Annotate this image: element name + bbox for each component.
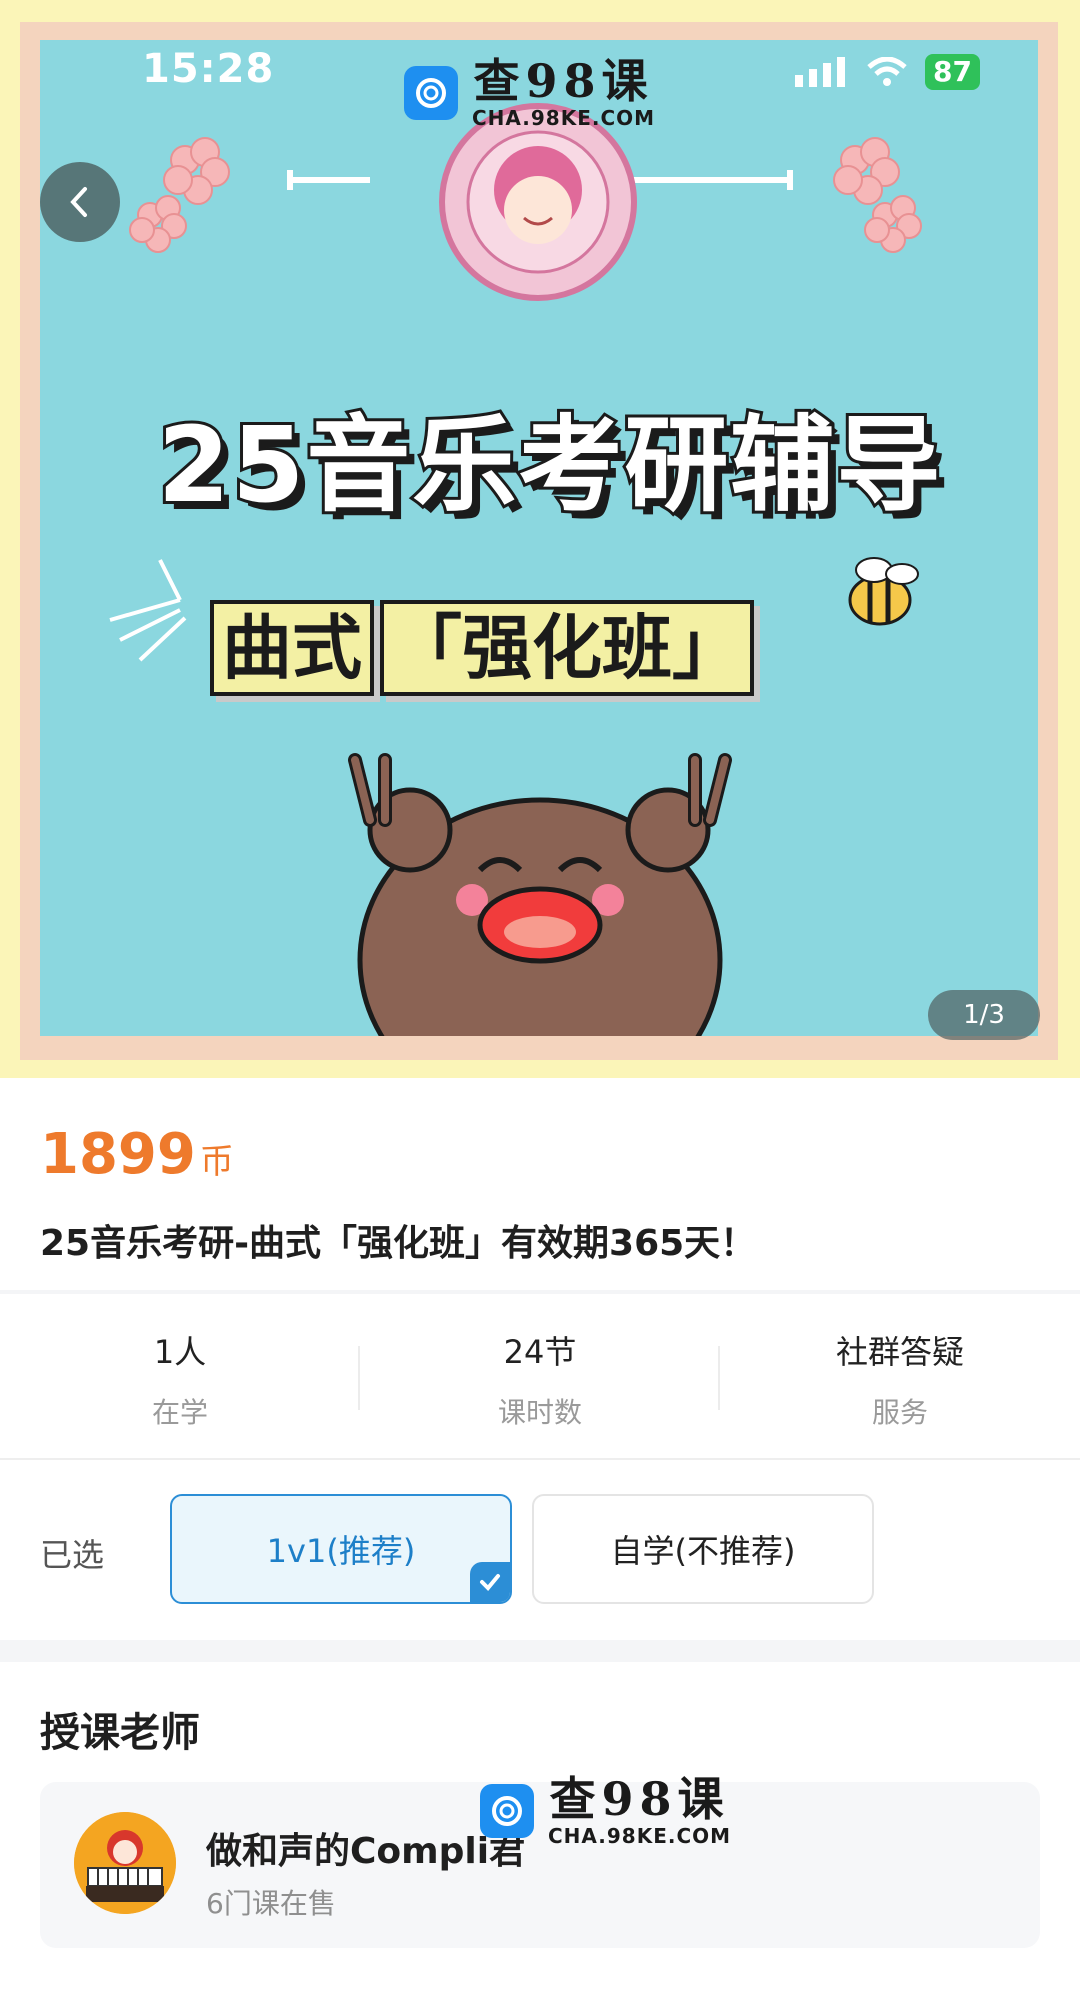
status-time: 15:28 [142,46,275,92]
battery-level: 87 [925,54,980,90]
price-unit: 币 [199,1142,234,1182]
selected-label: 已选 [40,1536,105,1574]
stat-value: 社群答疑 [835,1333,964,1371]
stat-service: 社群答疑 服务 [720,1300,1080,1458]
watermark-logo-icon [404,66,458,120]
teacher-heading: 授课老师 [40,1710,200,1756]
course-title: 25音乐考研-曲式「强化班」有效期365天！ [40,1223,757,1264]
price-value: 1899 [40,1122,196,1187]
banner-tags: 曲式 「强化班」 [210,600,754,696]
stat-lessons: 24节 课时数 [360,1300,720,1458]
option-1v1-button[interactable]: 1v1(推荐) [170,1494,512,1604]
banner-decorations [109,103,922,1036]
option-label: 自学(不推荐) [610,1532,796,1570]
watermark-logo-icon [480,1784,534,1838]
back-button[interactable] [40,162,120,242]
banner-tag: 曲式 [210,600,374,696]
teacher-name: 做和声的Compli君 [206,1831,526,1872]
seal-emblem [439,103,637,301]
image-counter: 1/3 [928,990,1040,1040]
check-icon [470,1562,510,1602]
status-icons: 87 [795,54,980,90]
stat-value: 1人 [153,1333,207,1371]
chevron-left-icon [70,187,87,217]
banner-headline: 25音乐考研辅导 [155,401,944,529]
stat-students: 1人 在学 [0,1300,360,1458]
watermark-subtitle: CHA.98KE.COM [548,1824,732,1848]
price: 1899 币 [40,1122,234,1187]
watermark-bottom: 查98课 CHA.98KE.COM [480,1774,731,1848]
watermark-top: 查98课 CHA.98KE.COM [404,56,655,130]
signal-icon [795,57,846,87]
teacher-avatar-image [74,1812,176,1914]
avatar [74,1812,176,1914]
wifi-icon [867,57,907,86]
option-self-study-button[interactable]: 自学(不推荐) [532,1494,874,1604]
watermark-title: 查98课 [473,54,654,108]
bear-mascot [348,753,732,1036]
watermark-title: 查98课 [549,1772,730,1826]
section-divider [0,1458,1080,1460]
stat-value: 24节 [503,1333,577,1371]
course-banner[interactable]: 25音乐考研辅导 曲式 「强化班」 15:28 87 查98课 CHA.98KE… [0,0,1080,1078]
course-stats: 1人 在学 24节 课时数 社群答疑 服务 [0,1300,1080,1458]
banner-artwork: 25音乐考研辅导 曲式 「强化班」 [40,40,1038,1036]
section-divider [0,1640,1080,1662]
option-selector: 已选 1v1(推荐) 自学(不推荐) [0,1494,1080,1604]
stat-label: 服务 [871,1396,928,1429]
watermark-subtitle: CHA.98KE.COM [472,106,656,130]
stat-label: 在学 [151,1396,208,1429]
option-label: 1v1(推荐) [266,1532,416,1570]
stat-label: 课时数 [497,1396,582,1429]
banner-tag: 「强化班」 [380,600,754,696]
teacher-course-count: 6门课在售 [206,1887,336,1920]
section-divider [0,1290,1080,1294]
